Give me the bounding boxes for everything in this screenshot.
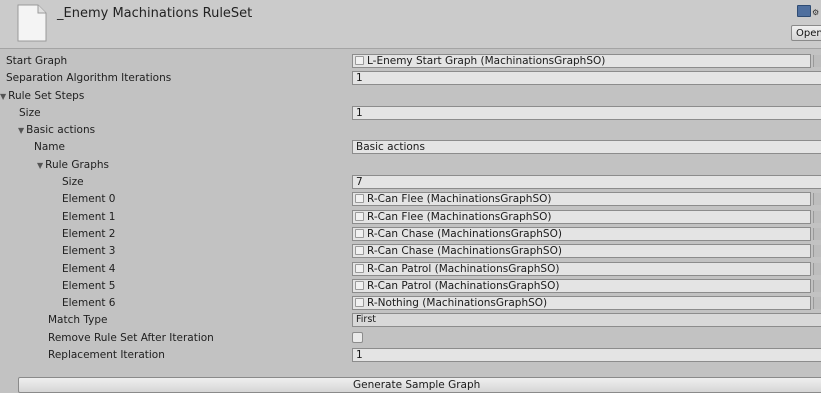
- object-field-icon: [355, 280, 364, 290]
- object-field-icon: [355, 194, 364, 204]
- element-picker[interactable]: [813, 279, 821, 292]
- element-value: R-Nothing (MachinationsGraphSO): [367, 297, 548, 310]
- element-label: Element 5: [62, 279, 116, 292]
- object-field-icon: [355, 246, 364, 256]
- element-picker[interactable]: [813, 210, 821, 223]
- element-picker[interactable]: [813, 227, 821, 240]
- element-value: R-Can Flee (MachinationsGraphSO): [367, 210, 552, 223]
- rule-graphs-size-input[interactable]: 7: [352, 175, 821, 190]
- element-value: R-Can Patrol (MachinationsGraphSO): [367, 279, 560, 292]
- rule-graphs-size-label: Size: [62, 176, 84, 189]
- inspector-header: _Enemy Machinations RuleSet ⚙ Open: [0, 0, 821, 49]
- start-graph-field[interactable]: L-Enemy Start Graph (MachinationsGraphSO…: [352, 54, 811, 68]
- replacement-iteration-label: Replacement Iteration: [48, 349, 165, 362]
- inspector-fields: Start Graph L-Enemy Start Graph (Machina…: [0, 54, 821, 365]
- element-picker[interactable]: [813, 245, 821, 258]
- name-input[interactable]: Basic actions: [352, 140, 821, 155]
- generate-sample-graph-button[interactable]: Generate Sample Graph: [18, 377, 821, 393]
- triangle-down-icon[interactable]: ▼: [0, 92, 6, 101]
- rule-set-steps-label: Rule Set Steps: [8, 89, 85, 102]
- object-field-icon: [355, 228, 364, 238]
- element-row-5: Element 5 R-Can Patrol (MachinationsGrap…: [0, 278, 821, 296]
- element-row-3: Element 3 R-Can Chase (MachinationsGraph…: [0, 244, 821, 261]
- basic-actions-foldout: ▼ Basic actions: [18, 124, 95, 136]
- element-picker[interactable]: [813, 262, 821, 275]
- match-type-row: Match Type First: [0, 313, 821, 330]
- element-value: R-Can Chase (MachinationsGraphSO): [367, 227, 562, 240]
- asset-title: _Enemy Machinations RuleSet: [57, 6, 253, 21]
- triangle-down-icon[interactable]: ▼: [18, 126, 24, 135]
- rule-graphs-row[interactable]: ▼ Rule Graphs: [0, 158, 821, 175]
- element-value: R-Can Chase (MachinationsGraphSO): [367, 245, 562, 258]
- generate-sample-graph-label: Generate Sample Graph: [353, 379, 481, 391]
- element-field[interactable]: R-Nothing (MachinationsGraphSO): [352, 296, 811, 311]
- separation-iterations-label: Separation Algorithm Iterations: [6, 72, 172, 85]
- element-row-2: Element 2 R-Can Chase (MachinationsGraph…: [0, 226, 821, 244]
- element-picker[interactable]: [813, 193, 821, 206]
- remove-after-iteration-checkbox[interactable]: [352, 331, 363, 343]
- object-field-icon: [355, 298, 364, 308]
- replacement-iteration-row: Replacement Iteration 1: [0, 348, 821, 365]
- element-label: Element 3: [62, 245, 116, 258]
- element-label: Element 0: [62, 193, 116, 206]
- element-picker[interactable]: [813, 297, 821, 310]
- rule-set-steps-row[interactable]: ▼ Rule Set Steps: [0, 89, 821, 106]
- remove-after-iteration-label: Remove Rule Set After Iteration: [48, 331, 214, 344]
- file-icon: [17, 4, 47, 42]
- name-label: Name: [34, 141, 65, 154]
- book-icon[interactable]: [797, 5, 811, 17]
- element-label: Element 1: [62, 210, 116, 223]
- start-graph-picker[interactable]: [813, 55, 821, 67]
- settings-icon[interactable]: ⚙: [812, 8, 819, 17]
- rule-graphs-foldout: ▼ Rule Graphs: [37, 159, 109, 171]
- match-type-label: Match Type: [48, 314, 108, 327]
- object-field-icon: [355, 211, 364, 221]
- basic-actions-label: Basic actions: [26, 124, 96, 137]
- element-row-6: Element 6 R-Nothing (MachinationsGraphSO…: [0, 296, 821, 313]
- element-field[interactable]: R-Can Patrol (MachinationsGraphSO): [352, 278, 811, 293]
- element-field[interactable]: R-Can Patrol (MachinationsGraphSO): [352, 261, 811, 276]
- rule-graphs-label: Rule Graphs: [45, 158, 110, 171]
- steps-size-row: Size 1: [0, 105, 821, 123]
- element-value: R-Can Flee (MachinationsGraphSO): [367, 193, 552, 206]
- element-row-4: Element 4 R-Can Patrol (MachinationsGrap…: [0, 261, 821, 279]
- element-field[interactable]: R-Can Chase (MachinationsGraphSO): [352, 244, 811, 259]
- steps-size-label: Size: [19, 106, 41, 119]
- separation-iterations-input[interactable]: 1: [352, 71, 821, 86]
- steps-size-input[interactable]: 1: [352, 105, 821, 120]
- triangle-down-icon[interactable]: ▼: [37, 161, 43, 170]
- basic-actions-row[interactable]: ▼ Basic actions: [0, 123, 821, 140]
- element-field[interactable]: R-Can Flee (MachinationsGraphSO): [352, 209, 811, 224]
- separation-iterations-row: Separation Algorithm Iterations 1: [0, 71, 821, 88]
- element-row-1: Element 1 R-Can Flee (MachinationsGraphS…: [0, 209, 821, 227]
- element-field[interactable]: R-Can Chase (MachinationsGraphSO): [352, 226, 811, 241]
- name-row: Name Basic actions: [0, 140, 821, 157]
- start-graph-row: Start Graph L-Enemy Start Graph (Machina…: [0, 54, 821, 71]
- element-label: Element 4: [62, 262, 116, 275]
- replacement-iteration-input[interactable]: 1: [352, 348, 821, 363]
- start-graph-label: Start Graph: [6, 55, 68, 67]
- open-button[interactable]: Open: [791, 25, 821, 41]
- element-row-0: Element 0 R-Can Flee (MachinationsGraphS…: [0, 192, 821, 209]
- start-graph-value: L-Enemy Start Graph (MachinationsGraphSO…: [367, 55, 606, 67]
- remove-after-iteration-row: Remove Rule Set After Iteration: [0, 331, 821, 348]
- rule-set-steps-foldout: ▼ Rule Set Steps: [0, 90, 84, 102]
- element-label: Element 2: [62, 227, 116, 240]
- element-label: Element 6: [62, 297, 116, 310]
- element-value: R-Can Patrol (MachinationsGraphSO): [367, 262, 560, 275]
- element-field[interactable]: R-Can Flee (MachinationsGraphSO): [352, 192, 811, 207]
- object-field-icon: [355, 56, 364, 65]
- rule-graphs-size-row: Size 7: [0, 175, 821, 192]
- object-field-icon: [355, 263, 364, 273]
- match-type-dropdown[interactable]: First: [352, 313, 821, 328]
